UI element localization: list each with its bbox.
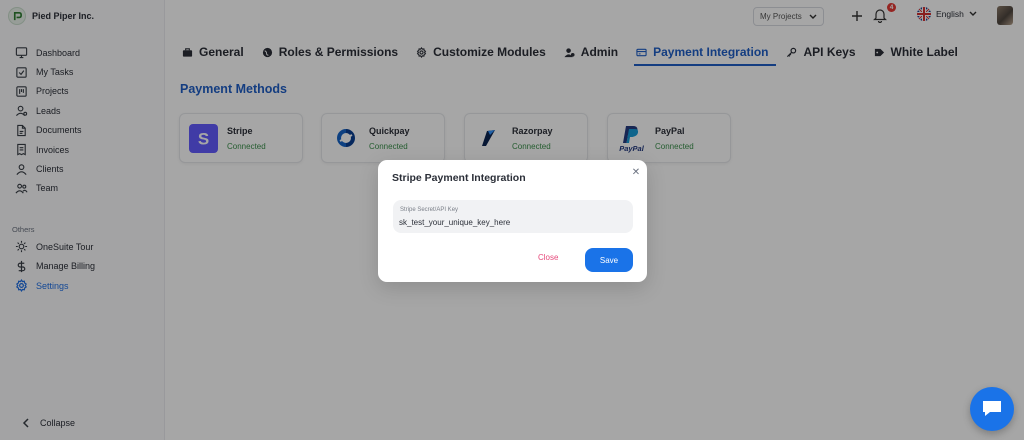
modal-title: Stripe Payment Integration bbox=[392, 172, 526, 184]
close-icon[interactable]: ✕ bbox=[630, 166, 642, 178]
api-key-field[interactable]: Stripe Secret/API Key bbox=[393, 200, 633, 233]
api-key-label: Stripe Secret/API Key bbox=[400, 207, 459, 213]
close-button[interactable]: Close bbox=[538, 253, 558, 262]
chat-button[interactable] bbox=[970, 387, 1014, 431]
api-key-input[interactable] bbox=[399, 216, 627, 228]
save-button[interactable]: Save bbox=[585, 248, 633, 272]
stripe-integration-modal: Stripe Payment Integration ✕ Stripe Secr… bbox=[378, 160, 647, 282]
chat-bubble-icon bbox=[983, 401, 1001, 416]
